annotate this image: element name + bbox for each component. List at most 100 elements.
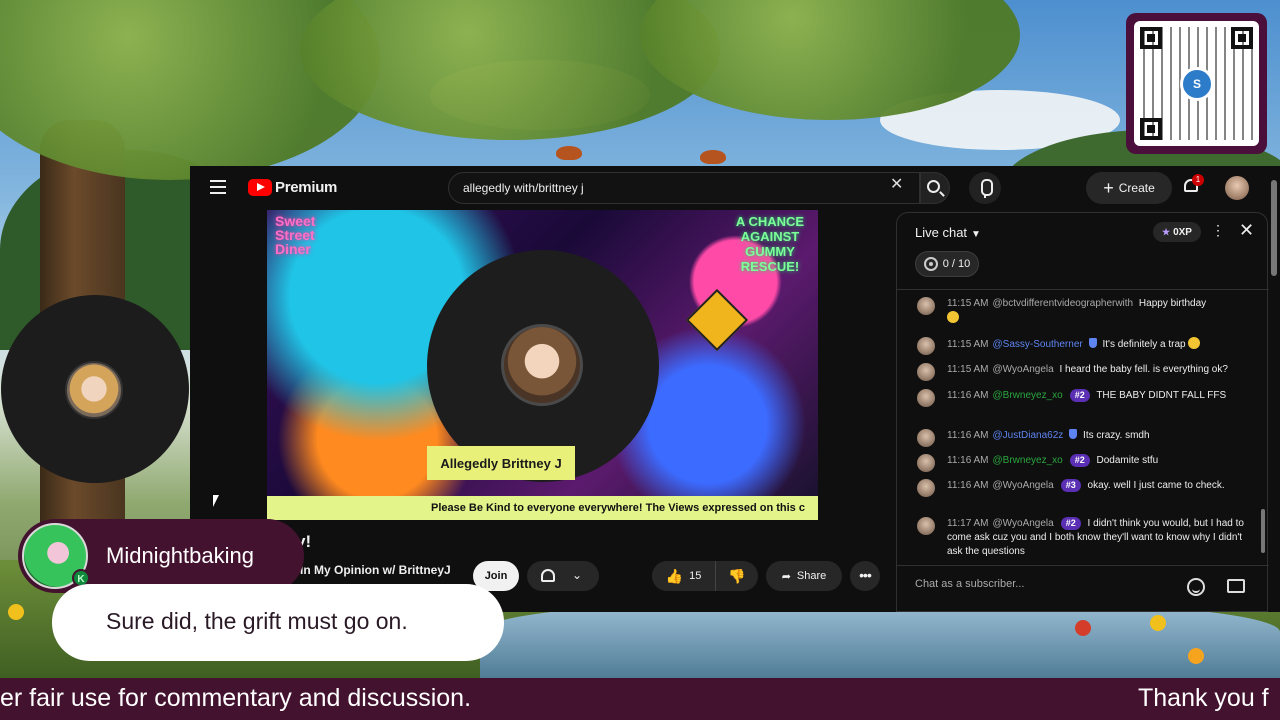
more-actions-icon[interactable]: ••• — [850, 561, 880, 591]
video-player[interactable]: Sweet Street Diner A CHANCE AGAINST GUMM… — [267, 210, 818, 520]
create-button[interactable]: + Create — [1086, 172, 1172, 204]
search-button[interactable] — [920, 172, 950, 204]
share-icon: ➦ — [781, 570, 791, 583]
message-text: Its crazy. smdh — [1083, 430, 1150, 441]
rank-badge: #2 — [1060, 517, 1081, 530]
video-ticker: Please Be Kind to everyone everywhere! T… — [267, 496, 818, 520]
avatar[interactable] — [917, 429, 935, 447]
live-chat-panel: Live chat ▼ ★ 0XP ⋮ ✕ 0 / 10 11:15 AM @bct… — [896, 212, 1269, 612]
member-badge-icon — [1088, 338, 1097, 348]
qr-finder — [1140, 27, 1162, 49]
stream — [480, 600, 1280, 680]
host-webcam — [1, 295, 189, 483]
qr-code-pattern: S — [1134, 21, 1259, 146]
member-badge-icon — [1069, 429, 1078, 439]
hamburger-menu-icon[interactable] — [210, 180, 226, 194]
message-text: It's definitely a trap — [1102, 339, 1186, 350]
thumbnail-text-left: Sweet Street Diner — [275, 213, 316, 257]
thumbs-down-icon: 👎 — [728, 567, 746, 584]
super-chat-icon[interactable] — [1227, 579, 1245, 593]
rank-badge: #2 — [1069, 389, 1090, 402]
chat-message: 11:15 AM @bctvdifferentvideographerwith H… — [917, 297, 1257, 326]
thumbnail-text-right: A CHANCE AGAINST GUMMY RESCUE! — [735, 214, 805, 274]
message-text: Happy birthday — [1138, 298, 1207, 309]
youtube-play-icon — [248, 179, 272, 196]
create-label: Create — [1118, 181, 1155, 195]
avatar[interactable] — [917, 517, 935, 535]
message-author[interactable]: @WyoAngela — [993, 480, 1054, 491]
message-author[interactable]: @Sassy-Southerner — [993, 339, 1083, 350]
like-dislike-group: 👍 15 👎 — [652, 561, 758, 591]
party-emoji-icon — [947, 311, 959, 323]
avatar[interactable] — [917, 479, 935, 497]
flower — [8, 604, 24, 620]
thumbs-up-icon: 👍 — [665, 567, 684, 584]
avatar[interactable] — [917, 454, 935, 472]
chat-mode-dropdown[interactable]: Live chat ▼ — [915, 225, 981, 240]
channel-name[interactable]: In My Opinion w/ BrittneyJ — [300, 563, 451, 577]
rank-badge: #3 — [1060, 479, 1081, 492]
share-button[interactable]: ➦ Share — [766, 561, 842, 591]
chat-goal-pill[interactable]: 0 / 10 — [915, 251, 979, 277]
plus-icon: + — [1103, 178, 1114, 198]
avatar[interactable] — [917, 389, 935, 407]
chat-message: 11:16 AM @WyoAngela #3 okay. well I just c… — [917, 479, 1257, 497]
message-author[interactable]: @bctvdifferentvideographerwith — [993, 298, 1134, 309]
scrolling-banner: er fair use for commentary and discussio… — [0, 678, 1280, 720]
message-author[interactable]: @WyoAngela — [993, 364, 1054, 375]
subscribe-notification-button[interactable]: ⌄ — [527, 561, 599, 591]
chat-title: Live chat — [915, 225, 968, 240]
message-author[interactable]: @JustDiana62z — [993, 430, 1064, 441]
top-bar: Premium allegedly with/brittney j ✕ + Cr… — [190, 166, 1280, 210]
like-button[interactable]: 👍 15 — [652, 561, 716, 591]
chat-options-icon[interactable]: ⋮ — [1211, 223, 1225, 237]
overlay-chat-name-bubble: K Midnightbaking — [18, 519, 304, 593]
chat-message: 11:16 AM @Brwneyez_xo #2 Dodamite stfu — [917, 454, 1257, 472]
banner-text-left: er fair use for commentary and discussio… — [0, 684, 472, 712]
emoji-icon[interactable] — [1187, 578, 1205, 596]
divider — [897, 289, 1269, 290]
search-value: allegedly with/brittney j — [463, 181, 584, 195]
chat-input[interactable]: Chat as a subscriber... — [915, 578, 1185, 590]
search-input[interactable]: allegedly with/brittney j — [448, 172, 920, 204]
chat-message: 11:16 AM @Brwneyez_xo #2 THE BABY DIDNT FA… — [917, 389, 1257, 407]
goal-label: 0 / 10 — [942, 258, 971, 270]
message-author[interactable]: @Brwneyez_xo — [993, 390, 1063, 401]
chat-message: 11:17 AM @WyoAngela #2 I didn't think you … — [917, 517, 1257, 559]
message-author[interactable]: @Brwneyez_xo — [993, 455, 1063, 466]
youtube-logo[interactable]: Premium — [248, 179, 337, 196]
qr-logo-icon: S — [1180, 67, 1214, 101]
overlay-chat-message-bubble: Sure did, the grift must go on. — [52, 584, 504, 661]
overlay-chat-name: Midnightbaking — [106, 543, 254, 568]
message-text: Dodamite stfu — [1096, 455, 1159, 466]
message-time: 11:17 AM — [947, 518, 989, 529]
notification-badge: 1 — [1192, 174, 1204, 186]
avatar[interactable] — [917, 337, 935, 355]
qr-finder — [1140, 118, 1162, 140]
avatar[interactable] — [917, 297, 935, 315]
banner-text-right: Thank you f — [1138, 684, 1269, 712]
account-avatar[interactable] — [1225, 176, 1249, 200]
clear-search-icon[interactable]: ✕ — [890, 177, 904, 193]
message-time: 11:16 AM — [947, 480, 989, 491]
chat-scrollbar[interactable] — [1261, 509, 1265, 553]
notifications-bell-icon[interactable]: 1 — [1182, 174, 1204, 198]
chat-message: 11:15 AM @Sassy-Southerner It's definitel… — [917, 337, 1257, 355]
close-chat-icon[interactable]: ✕ — [1239, 220, 1254, 241]
message-text: I didn't think you would, but I had to c… — [947, 518, 1244, 557]
message-time: 11:16 AM — [947, 455, 989, 466]
dislike-button[interactable]: 👎 — [716, 561, 758, 591]
xp-badge[interactable]: ★ 0XP — [1153, 222, 1201, 242]
chevron-down-icon: ▼ — [971, 229, 981, 240]
message-author[interactable]: @WyoAngela — [993, 518, 1054, 529]
page-scrollbar[interactable] — [1271, 180, 1277, 276]
avatar[interactable] — [917, 363, 935, 381]
message-text: okay. well I just came to check. — [1087, 480, 1225, 491]
flower — [1150, 615, 1166, 631]
goal-icon — [923, 257, 938, 271]
qr-code: S — [1126, 13, 1267, 154]
host-avatar — [65, 361, 123, 419]
rank-badge: #2 — [1069, 454, 1090, 467]
chat-message: 11:16 AM @JustDiana62z Its crazy. smdh — [917, 429, 1257, 447]
voice-search-icon[interactable] — [969, 172, 1001, 204]
